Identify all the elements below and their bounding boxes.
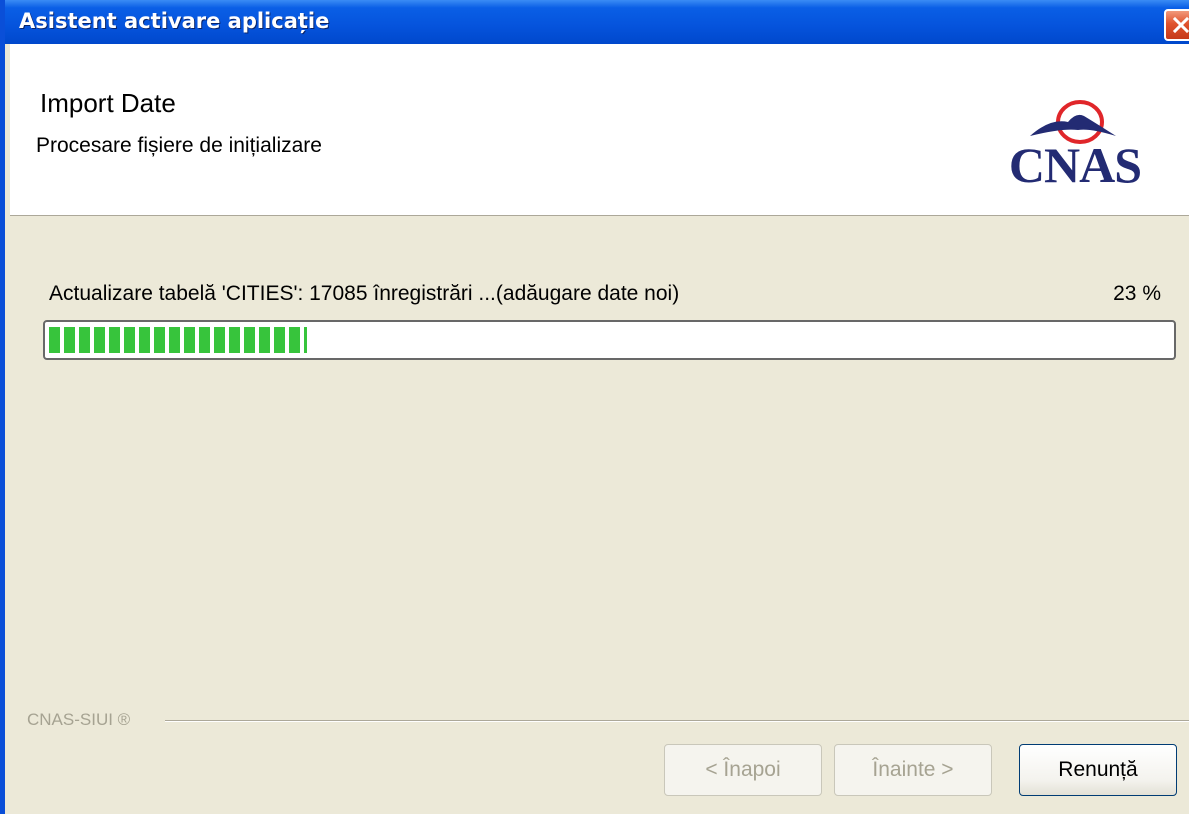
wizard-header: Import Date Procesare fișiere de inițial…: [10, 44, 1189, 216]
wizard-window: Asistent activare aplicație Import Date …: [0, 0, 1189, 814]
close-icon: [1172, 16, 1189, 34]
brand-label: CNAS-SIUI ®: [27, 710, 131, 729]
page-title: Import Date: [40, 88, 176, 118]
logo-text: CNAS: [1008, 137, 1142, 193]
back-button[interactable]: < Înapoi: [664, 744, 822, 796]
progress-bar: [43, 320, 1176, 360]
progress-percent: 23 %: [1113, 282, 1161, 305]
title-bar[interactable]: Asistent activare aplicație: [5, 0, 1189, 44]
progress-status-text: Actualizare tabelă 'CITIES': 17085 înreg…: [49, 282, 680, 305]
page-subtitle: Procesare fișiere de inițializare: [36, 134, 322, 157]
window-title: Asistent activare aplicație: [19, 9, 330, 33]
next-button[interactable]: Înainte >: [834, 744, 992, 796]
cancel-button[interactable]: Renunță: [1019, 744, 1177, 796]
close-button[interactable]: [1164, 9, 1189, 41]
cnas-logo: CNAS: [990, 96, 1160, 206]
footer-divider: [165, 720, 1189, 722]
progress-bar-fill: [49, 327, 307, 353]
